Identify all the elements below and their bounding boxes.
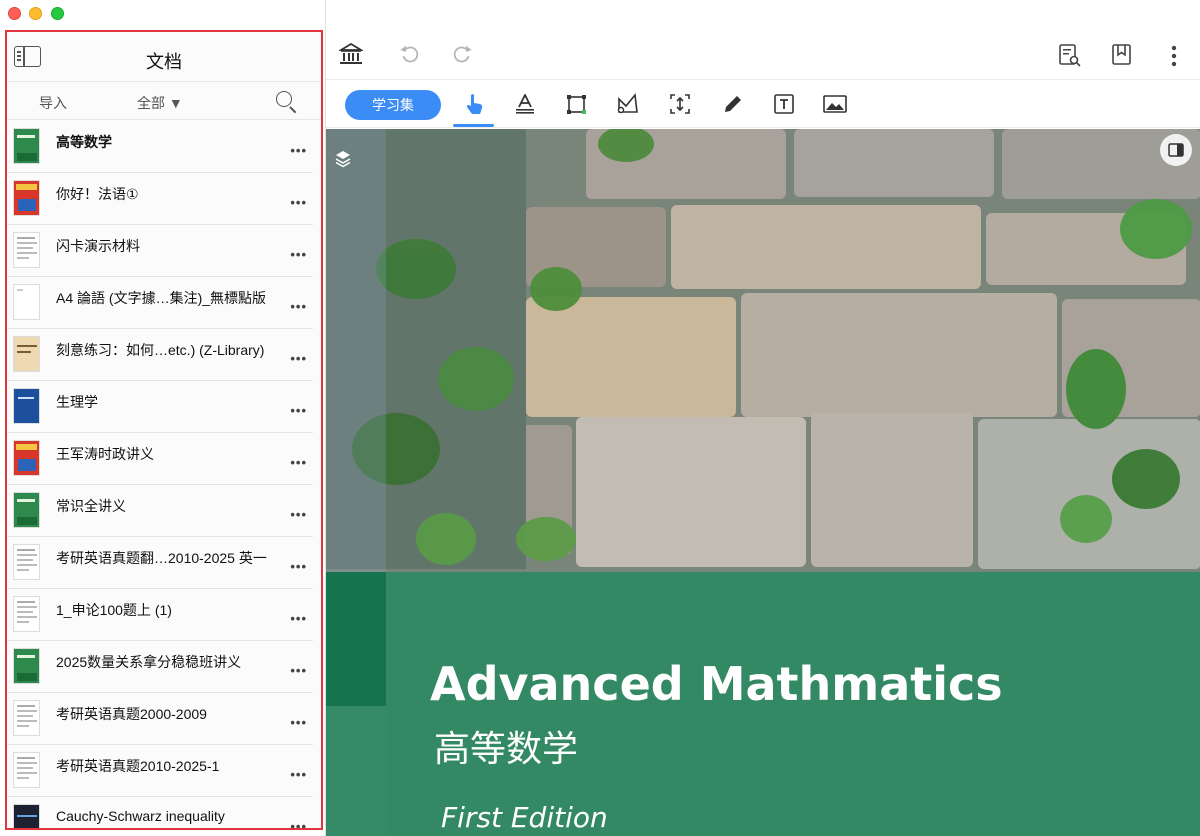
document-thumbnail [13, 648, 40, 684]
pen-tool-icon[interactable] [722, 93, 744, 115]
document-sidebar: 文档 导入 全部 ▼ 高等数学 ••• 你好！法语① ••• 闪卡演示材料 ••• A4 論… [5, 30, 323, 830]
document-title: 闪卡演示材料 [56, 238, 140, 254]
document-title: 高等数学 [56, 134, 112, 150]
document-thumbnail [13, 596, 40, 632]
reader-main: 学习集 Advanced Mathmatics 高等数学 First Editi… [325, 0, 1200, 836]
sidebar-filter-bar: 导入 全部 ▼ [7, 83, 321, 120]
document-list-item[interactable]: 1_申论100题上 (1) ••• [7, 589, 313, 641]
more-options-icon[interactable]: ••• [290, 299, 307, 314]
document-title: 常识全讲义 [56, 498, 126, 514]
cover-edition: First Edition [441, 801, 608, 834]
document-thumbnail [13, 180, 40, 216]
document-thumbnail [13, 492, 40, 528]
document-title: 生理学 [56, 394, 98, 410]
zoom-window-button[interactable] [51, 7, 64, 20]
book-cover-page: Advanced Mathmatics 高等数学 First Edition [326, 129, 1200, 836]
document-thumbnail [13, 388, 40, 424]
more-options-icon[interactable]: ••• [290, 455, 307, 470]
document-thumbnail [13, 336, 40, 372]
text-box-tool-icon[interactable] [773, 93, 795, 115]
more-options-icon[interactable]: ••• [290, 663, 307, 678]
lasso-tool-icon[interactable] [617, 93, 639, 115]
document-list-item[interactable]: 生理学 ••• [7, 381, 313, 433]
document-list-item[interactable]: 考研英语真题2010-2025-1 ••• [7, 745, 313, 797]
cover-title-en: Advanced Mathmatics [430, 657, 1003, 711]
panel-right-icon [1168, 143, 1184, 157]
document-list-item[interactable]: 你好！法语① ••• [7, 173, 313, 225]
document-thumbnail [13, 284, 40, 320]
more-options-icon[interactable]: ••• [290, 247, 307, 262]
crop-tool-icon[interactable] [668, 92, 692, 116]
document-thumbnail [13, 700, 40, 736]
sidebar-header: 文档 [7, 32, 321, 82]
more-options-icon[interactable]: ••• [290, 143, 307, 158]
active-tool-indicator [453, 124, 494, 127]
more-options-icon[interactable]: ••• [290, 195, 307, 210]
image-tool-icon[interactable] [823, 94, 847, 114]
document-thumbnail [13, 804, 40, 828]
cover-title-zh: 高等数学 [434, 729, 578, 770]
minimize-window-button[interactable] [29, 7, 42, 20]
more-options-icon[interactable]: ••• [290, 403, 307, 418]
document-title: 考研英语真题翻…2010-2025 英一 [56, 550, 267, 566]
document-list-item[interactable]: Cauchy-Schwarz inequality ••• [7, 797, 313, 828]
document-search-icon[interactable] [1059, 44, 1081, 68]
document-title: 刻意练习：如何…etc.) (Z-Library) [56, 342, 265, 358]
document-title: 1_申论100题上 (1) [56, 602, 172, 618]
document-list-item[interactable]: A4 論語 (文字據…集注)_無標點版 ••• [7, 277, 313, 329]
document-title: Cauchy-Schwarz inequality [56, 808, 225, 824]
document-list: 高等数学 ••• 你好！法语① ••• 闪卡演示材料 ••• A4 論語 (文字據…集注)_… [7, 121, 321, 828]
more-options-icon[interactable]: ••• [290, 819, 307, 828]
reader-top-bar [326, 0, 1200, 80]
more-options-icon[interactable]: ••• [290, 715, 307, 730]
study-set-button[interactable]: 学习集 [345, 90, 441, 120]
annotation-toolbar: 学习集 [326, 81, 1200, 128]
more-options-icon[interactable]: ••• [290, 767, 307, 782]
layers-icon[interactable] [335, 150, 351, 168]
document-thumbnail [13, 128, 40, 164]
rectangle-select-tool-icon[interactable] [566, 94, 588, 116]
document-title: 2025数量关系拿分稳稳班讲义 [56, 654, 242, 670]
document-list-item[interactable]: 王军涛时政讲义 ••• [7, 433, 313, 485]
more-options-icon[interactable]: ••• [290, 507, 307, 522]
document-list-item[interactable]: 高等数学 ••• [7, 121, 313, 173]
document-title: 考研英语真题2000-2009 [56, 706, 207, 722]
document-thumbnail [13, 440, 40, 476]
document-thumbnail [13, 752, 40, 788]
filter-dropdown[interactable]: 全部 ▼ [137, 93, 183, 113]
document-list-item[interactable]: 2025数量关系拿分稳稳班讲义 ••• [7, 641, 313, 693]
document-title: 考研英语真题2010-2025-1 [56, 758, 220, 774]
more-options-icon[interactable]: ••• [290, 559, 307, 574]
more-options-icon[interactable]: ••• [290, 611, 307, 626]
right-panel-toggle-button[interactable] [1160, 134, 1192, 166]
more-options-icon[interactable]: ••• [290, 351, 307, 366]
document-list-item[interactable]: 考研英语真题翻…2010-2025 英一 ••• [7, 537, 313, 589]
document-title: 你好！法语① [56, 186, 139, 202]
undo-icon[interactable] [400, 45, 420, 65]
document-title: 王军涛时政讲义 [56, 446, 154, 462]
sidebar-title: 文档 [146, 52, 182, 72]
cover-artwork: Advanced Mathmatics 高等数学 First Edition [326, 129, 1200, 836]
text-highlight-tool-icon[interactable] [515, 94, 535, 114]
search-icon[interactable] [275, 90, 297, 112]
import-button[interactable]: 导入 [39, 93, 67, 113]
bookmark-icon[interactable] [1112, 44, 1132, 66]
library-icon[interactable] [339, 43, 363, 65]
document-list-item[interactable]: 考研英语真题2000-2009 ••• [7, 693, 313, 745]
document-list-item[interactable]: 闪卡演示材料 ••• [7, 225, 313, 277]
document-list-item[interactable]: 常识全讲义 ••• [7, 485, 313, 537]
document-title: A4 論語 (文字據…集注)_無標點版 [56, 290, 267, 306]
app-window: 文档 导入 全部 ▼ 高等数学 ••• 你好！法语① ••• 闪卡演示材料 ••• A4 論… [0, 0, 1200, 836]
close-window-button[interactable] [8, 7, 21, 20]
more-vertical-icon[interactable] [1169, 44, 1179, 68]
document-thumbnail [13, 544, 40, 580]
pointer-tool-icon[interactable] [465, 93, 485, 115]
redo-icon[interactable] [452, 45, 472, 65]
document-list-item[interactable]: 刻意练习：如何…etc.) (Z-Library) ••• [7, 329, 313, 381]
document-thumbnail [13, 232, 40, 268]
